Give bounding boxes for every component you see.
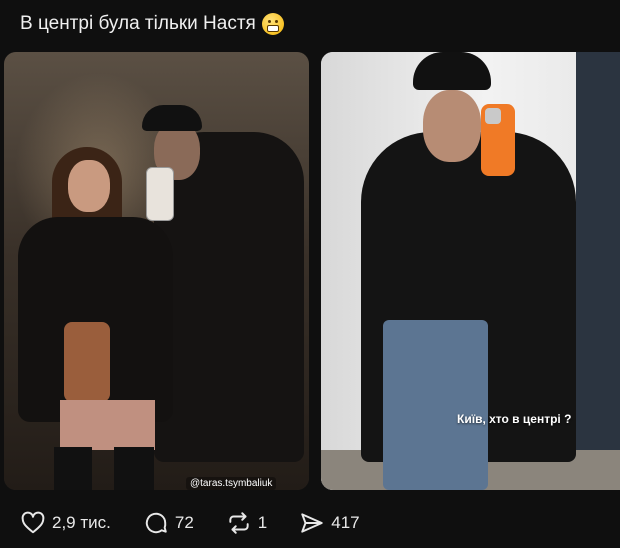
post-actions-bar: 2,9 тис. 72 1 417 [20, 508, 360, 538]
share-icon [301, 513, 323, 533]
comment-icon [145, 512, 167, 534]
comment-button[interactable]: 72 [143, 510, 194, 536]
repost-button[interactable]: 1 [226, 510, 267, 536]
repost-count: 1 [257, 513, 268, 532]
share-button[interactable]: 417 [299, 510, 360, 536]
media-image-right[interactable]: Київ, хто в центрі ? [321, 52, 620, 490]
post-caption: В центрі була тільки Настя [20, 10, 284, 38]
comment-count: 72 [174, 513, 194, 532]
heart-icon [21, 511, 45, 534]
photo-watermark: @taras.tsymbaliuk [186, 477, 277, 490]
like-count: 2,9 тис. [52, 513, 111, 532]
share-count: 417 [331, 513, 360, 532]
repost-icon [229, 512, 249, 534]
grimacing-face-emoji-icon [261, 13, 284, 35]
story-overlay-text: Київ, хто в центрі ? [457, 412, 572, 426]
media-image-left[interactable]: @taras.tsymbaliuk [4, 52, 309, 490]
post-caption-text: В центрі була тільки Настя [20, 13, 256, 34]
like-button[interactable]: 2,9 тис. [20, 510, 111, 536]
